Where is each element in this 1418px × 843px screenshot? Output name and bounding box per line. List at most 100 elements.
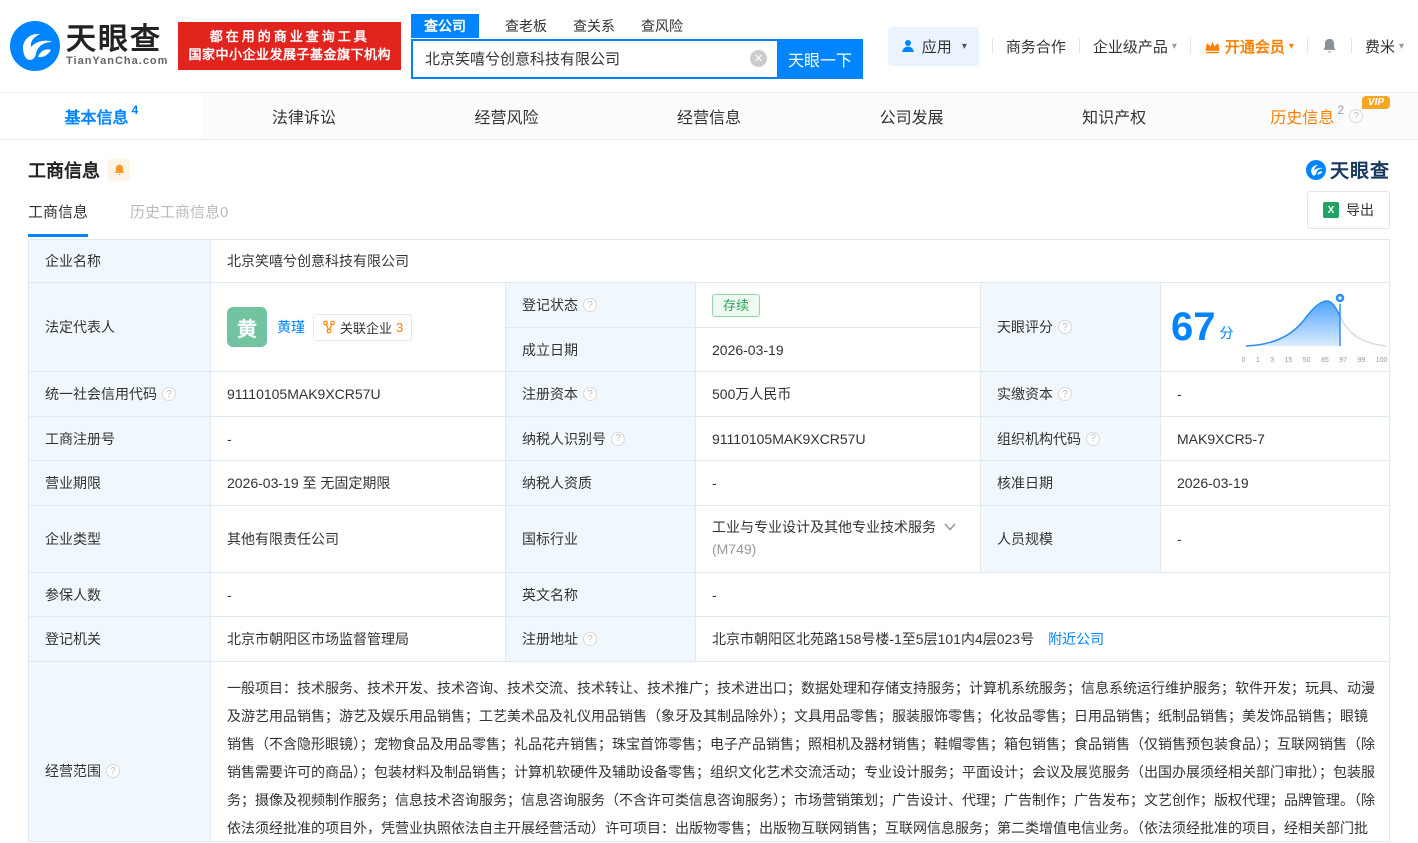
user-menu[interactable]: 费米 ▾ xyxy=(1365,36,1404,57)
search-tab-risk[interactable]: 查风险 xyxy=(641,15,683,37)
clear-search-icon[interactable]: ✕ xyxy=(749,50,767,67)
score-cell[interactable]: 67 分 0 1 3 15 50 85 97 99 100 xyxy=(1161,283,1390,371)
paid-capital-label: 实缴资本? xyxy=(981,372,1160,416)
reg-status-label: 登记状态? xyxy=(506,283,695,327)
help-icon[interactable]: ? xyxy=(106,764,120,778)
tab-history-info[interactable]: VIP 历史信息 2 ? xyxy=(1215,93,1418,139)
nearby-companies-link[interactable]: 附近公司 xyxy=(1048,629,1104,649)
tianyancha-logo[interactable]: 天眼查 TianYanCha.com xyxy=(10,21,168,71)
bell-icon xyxy=(1323,38,1336,53)
tab-count: 4 xyxy=(131,103,139,117)
help-icon[interactable]: ? xyxy=(162,387,176,401)
industry-value: 工业与专业设计及其他专业技术服务 xyxy=(712,519,936,535)
help-icon[interactable]: ? xyxy=(583,298,597,312)
score-label: 天眼评分? xyxy=(981,283,1160,371)
business-scope-value: 一般项目：技术服务、技术开发、技术咨询、技术交流、技术转让、技术推广；技术进出口… xyxy=(211,662,1389,841)
help-icon[interactable]: ? xyxy=(1058,320,1072,334)
company-nav-tabs: 基本信息 4 法律诉讼 经营风险 经营信息 公司发展 知识产权 VIP 历史信息 2… xyxy=(0,92,1418,140)
tab-operation-risk[interactable]: 经营风险 xyxy=(405,93,608,139)
approved-date-value: 2026-03-19 xyxy=(1161,461,1389,505)
company-name-label: 企业名称 xyxy=(29,240,210,282)
vip-badge: VIP xyxy=(1361,96,1391,109)
org-code-label: 组织机构代码? xyxy=(981,417,1160,460)
help-icon[interactable]: ? xyxy=(1086,431,1100,446)
watermark-text: 天眼查 xyxy=(1329,161,1390,182)
related-companies-badge[interactable]: 关联企业 3 xyxy=(313,313,413,341)
taxpayer-id-value: 91110105MAK9XCR57U xyxy=(696,417,980,460)
established-label: 成立日期 xyxy=(506,328,695,371)
search-button[interactable]: 天眼一下 xyxy=(776,38,863,79)
tianyancha-logo-icon xyxy=(10,21,60,71)
tab-intellectual-property[interactable]: 知识产权 xyxy=(1013,93,1216,139)
divider xyxy=(1189,38,1191,54)
tab-company-development[interactable]: 公司发展 xyxy=(810,93,1013,139)
legal-rep-cell: 黄 黄瑾 关联企业 3 xyxy=(211,283,505,371)
search-area: 查公司 查老板 查关系 查风险 ✕ 天眼一下 xyxy=(410,13,863,79)
business-info-table: 企业名称 北京笑嘻兮创意科技有限公司 法定代表人 黄 黄瑾 关联企业 3 登记状… xyxy=(28,239,1390,842)
staff-size-label: 人员规模 xyxy=(981,506,1160,572)
banner-line1: 都在用的商业查询工具 xyxy=(209,29,370,44)
apps-menu[interactable]: 应用 ▾ xyxy=(887,26,979,66)
industry-code: (M749) xyxy=(712,541,757,557)
taxpayer-id-label: 纳税人识别号? xyxy=(506,417,695,460)
divider xyxy=(991,38,993,54)
search-tabs: 查公司 查老板 查关系 查风险 xyxy=(410,13,863,38)
export-button[interactable]: X 导出 xyxy=(1307,191,1390,229)
reg-address-value: 北京市朝阳区北苑路158号楼-1至5层101内4层023号 xyxy=(712,631,1035,647)
business-cooperation-link[interactable]: 商务合作 xyxy=(1006,36,1066,57)
search-tab-company[interactable]: 查公司 xyxy=(410,13,479,38)
help-icon[interactable]: ? xyxy=(1058,387,1072,401)
crown-icon xyxy=(1205,41,1220,53)
enterprise-products-menu[interactable]: 企业级产品 ▾ xyxy=(1093,36,1177,57)
reg-number-value: - xyxy=(211,417,505,460)
tab-operation-info[interactable]: 经营信息 xyxy=(608,93,811,139)
subtab-history-business-info[interactable]: 历史工商信息0 xyxy=(130,201,228,237)
legal-rep-name-link[interactable]: 黄瑾 xyxy=(277,317,305,337)
watermark-logo: 天眼查 xyxy=(1305,156,1390,183)
section-title: 工商信息 xyxy=(28,160,100,181)
paid-capital-value: - xyxy=(1161,372,1389,416)
search-tab-relation[interactable]: 查关系 xyxy=(573,15,615,37)
english-name-value: - xyxy=(696,573,1389,616)
score-curve-chart: 0 1 3 15 50 85 97 99 100 xyxy=(1240,290,1390,364)
score-unit: 分 xyxy=(1219,325,1234,341)
chevron-down-icon[interactable] xyxy=(944,523,956,531)
business-term-label: 营业期限 xyxy=(29,461,210,505)
english-name-label: 英文名称 xyxy=(506,573,695,616)
search-tab-boss[interactable]: 查老板 xyxy=(505,15,547,37)
tab-basic-info[interactable]: 基本信息 4 xyxy=(0,93,203,139)
help-icon[interactable]: ? xyxy=(611,431,625,446)
help-icon[interactable]: ? xyxy=(583,387,597,401)
tab-count: 2 xyxy=(1337,103,1345,117)
chevron-down-icon: ▾ xyxy=(1288,40,1294,52)
credit-code-value: 91110105MAK9XCR57U xyxy=(211,372,505,416)
help-icon[interactable]: ? xyxy=(1349,109,1364,123)
open-vip-menu[interactable]: 开通会员 ▾ xyxy=(1204,36,1294,57)
industry-label: 国标行业 xyxy=(506,506,695,572)
reg-capital-label: 注册资本? xyxy=(506,372,695,416)
tianyancha-logo-icon xyxy=(1305,159,1326,180)
business-term-value: 2026-03-19 至 无固定期限 xyxy=(211,461,505,505)
company-type-label: 企业类型 xyxy=(29,506,210,572)
apps-menu-label: 应用 xyxy=(921,38,952,56)
notifications-button[interactable] xyxy=(1321,37,1338,55)
brand-domain: TianYanCha.com xyxy=(66,55,169,67)
brand-name: 天眼查 xyxy=(66,23,162,56)
company-type-value: 其他有限责任公司 xyxy=(211,506,505,572)
score-value: 67 xyxy=(1171,305,1216,349)
subtab-business-info[interactable]: 工商信息 xyxy=(28,201,89,237)
chevron-down-icon: ▾ xyxy=(1398,40,1404,52)
credit-code-label: 统一社会信用代码? xyxy=(29,372,210,416)
insured-label: 参保人数 xyxy=(29,573,210,616)
help-icon[interactable]: ? xyxy=(583,632,597,646)
monitor-bell-button[interactable] xyxy=(108,158,130,181)
status-badge: 存续 xyxy=(712,293,761,317)
tab-legal-proceedings[interactable]: 法律诉讼 xyxy=(203,93,406,139)
business-scope-label: 经营范围? xyxy=(29,662,210,841)
network-icon xyxy=(323,320,335,334)
search-input[interactable] xyxy=(412,40,777,77)
divider xyxy=(1078,38,1080,54)
legal-rep-avatar[interactable]: 黄 xyxy=(227,307,267,347)
section-header: 工商信息 天眼查 xyxy=(0,140,1418,183)
reg-address-label: 注册地址? xyxy=(506,617,695,661)
